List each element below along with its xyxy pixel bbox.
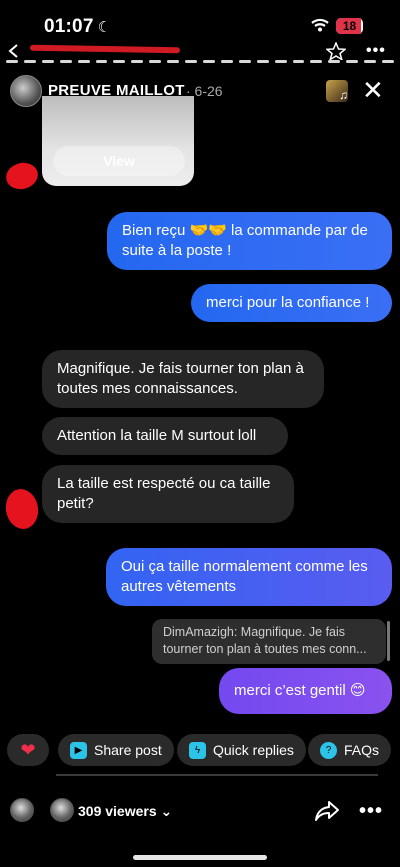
message-sent[interactable]: merci pour la confiance ! <box>191 284 392 322</box>
quick-replies-icon: ϟ <box>189 741 206 759</box>
music-icon[interactable]: ♫ <box>326 80 348 102</box>
story-date: · 6-26 <box>186 83 223 99</box>
reply-quote[interactable]: DimAmazigh: Magnifique. Je fais tourner … <box>152 619 386 664</box>
moon-icon: ☾ <box>97 19 112 36</box>
message-received[interactable]: La taille est respecté ou ca taille peti… <box>42 465 294 523</box>
star-icon[interactable] <box>326 42 346 60</box>
message-received[interactable]: Attention la taille M surtout loll <box>42 417 288 455</box>
top-more-icon[interactable]: ••• <box>366 42 386 60</box>
status-time: 01:07 ☾ <box>44 16 112 37</box>
red-scribble-top <box>29 44 181 54</box>
red-scribble-avatar-2 <box>2 486 42 532</box>
share-arrow-icon[interactable] <box>314 798 340 824</box>
story-progress <box>6 60 394 63</box>
like-button[interactable]: ❤ <box>7 734 49 766</box>
story-avatar[interactable] <box>10 75 42 107</box>
viewer-avatar[interactable] <box>10 798 34 822</box>
message-sent[interactable]: Bien reçu 🤝🤝 la commande par de suite à … <box>107 212 392 270</box>
close-icon[interactable]: ✕ <box>362 76 384 104</box>
viewers-count[interactable]: 309 viewers ⌄ <box>78 803 172 820</box>
reply-quote-bar <box>387 621 390 661</box>
message-sent[interactable]: merci c’est gentil 😊 <box>219 668 392 714</box>
faq-icon: ? <box>320 741 337 759</box>
share-post-icon: ▶ <box>70 741 87 759</box>
message-input-divider <box>56 774 378 776</box>
red-scribble-avatar-1 <box>3 159 41 193</box>
back-chevron-icon[interactable] <box>8 44 24 58</box>
home-indicator <box>133 855 267 860</box>
chevron-down-icon: ⌄ <box>160 803 173 819</box>
story-title: PREUVE MAILLOT <box>48 82 185 99</box>
view-post-button[interactable]: View <box>53 146 185 176</box>
viewer-avatar[interactable] <box>50 798 74 822</box>
wifi-icon <box>311 18 329 32</box>
quick-replies-button[interactable]: ϟ Quick replies <box>177 734 306 766</box>
share-post-button[interactable]: ▶ Share post <box>58 734 174 766</box>
battery-indicator: 18 <box>336 18 363 34</box>
faqs-button[interactable]: ? FAQs <box>308 734 392 766</box>
message-received[interactable]: Magnifique. Je fais tourner ton plan à t… <box>42 350 324 408</box>
message-sent[interactable]: Oui ça taille normalement comme les autr… <box>106 548 392 606</box>
heart-icon: ❤ <box>20 740 36 760</box>
more-options-icon[interactable]: ••• <box>359 800 383 823</box>
